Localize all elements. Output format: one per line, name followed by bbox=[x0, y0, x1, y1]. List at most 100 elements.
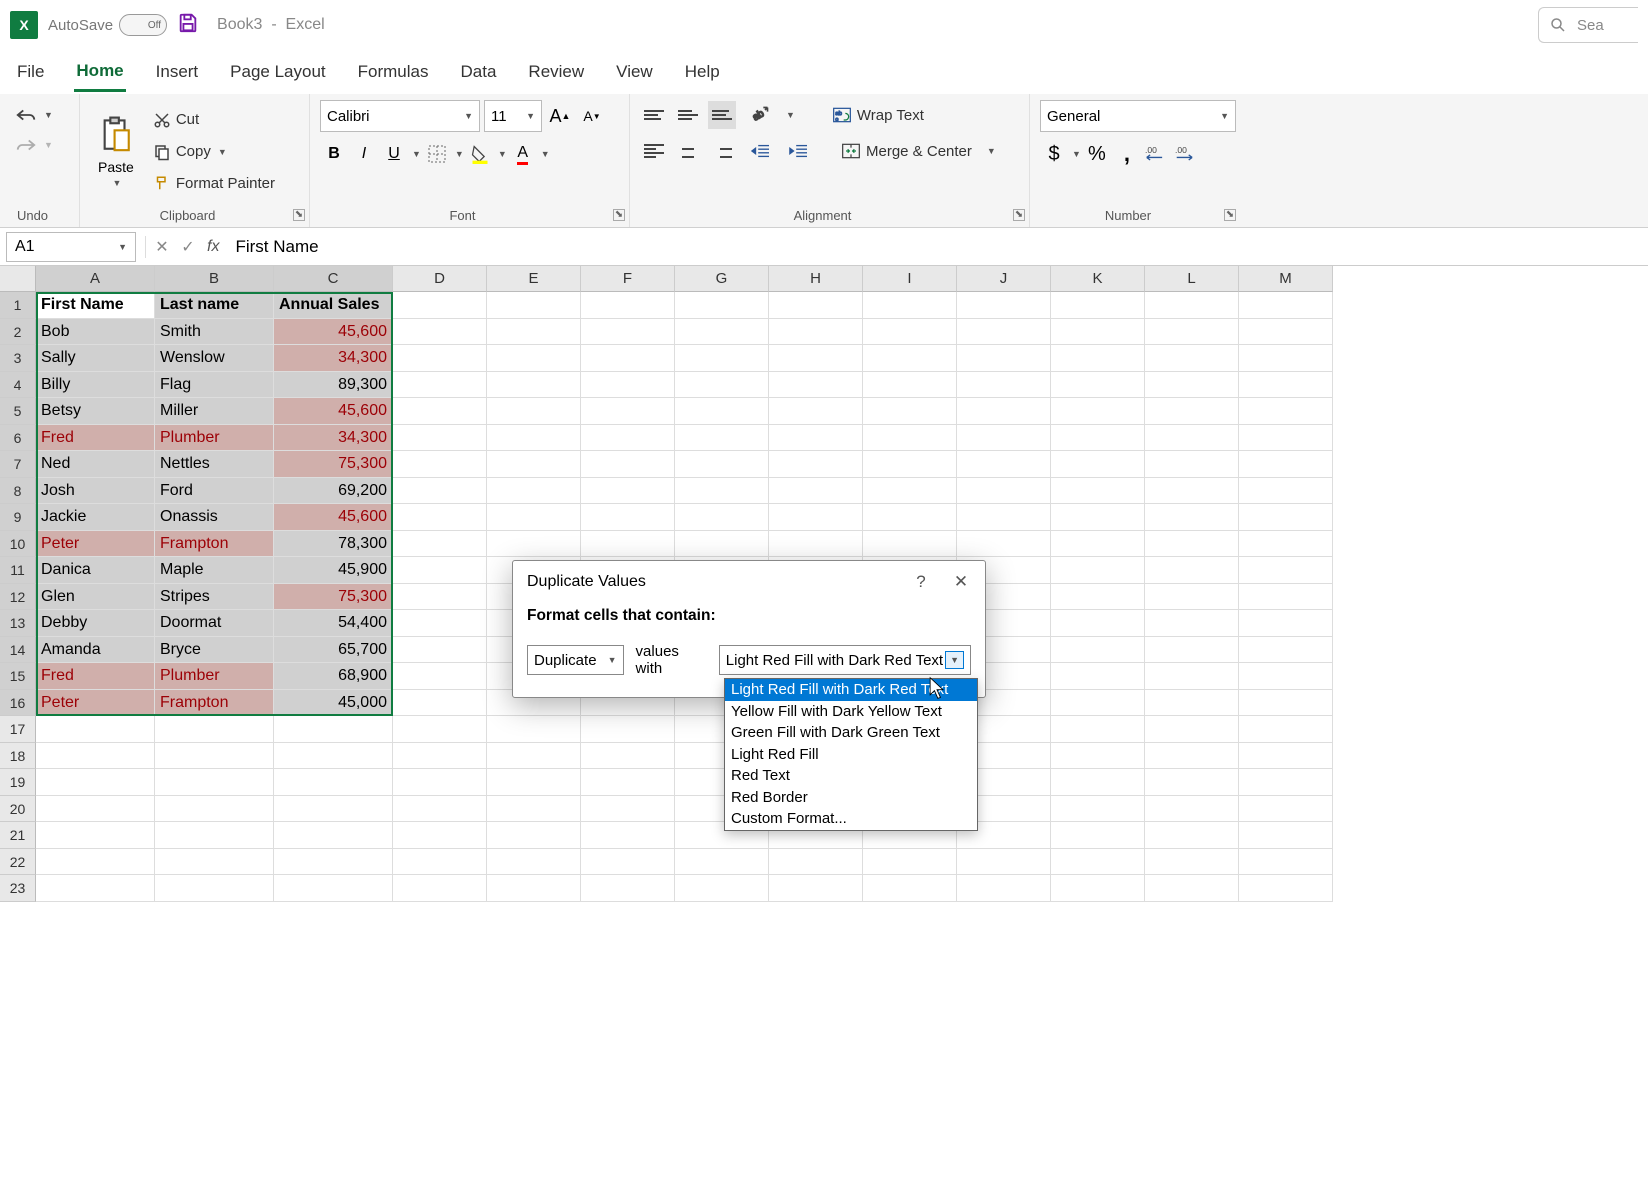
cell[interactable]: Maple bbox=[155, 557, 274, 584]
cell[interactable] bbox=[769, 425, 863, 452]
cell[interactable] bbox=[1145, 372, 1239, 399]
row-header[interactable]: 3 bbox=[0, 345, 36, 372]
fill-color-dropdown[interactable]: ▼ bbox=[498, 149, 507, 159]
cell-header[interactable]: Annual Sales bbox=[274, 292, 393, 319]
cell[interactable] bbox=[393, 531, 487, 558]
name-box[interactable]: A1▼ bbox=[6, 232, 136, 262]
cell[interactable] bbox=[581, 292, 675, 319]
column-header-G[interactable]: G bbox=[675, 266, 769, 292]
alignment-expand-icon[interactable]: ⬊ bbox=[1013, 209, 1025, 221]
cell[interactable] bbox=[1051, 743, 1145, 770]
cell[interactable] bbox=[581, 504, 675, 531]
cell[interactable] bbox=[487, 425, 581, 452]
cell[interactable] bbox=[1239, 743, 1333, 770]
cell[interactable] bbox=[675, 398, 769, 425]
align-right-icon[interactable] bbox=[708, 137, 736, 165]
row-header[interactable]: 8 bbox=[0, 478, 36, 505]
paste-button[interactable]: Paste ▼ bbox=[90, 108, 142, 196]
cell[interactable] bbox=[1051, 292, 1145, 319]
cell[interactable] bbox=[1239, 822, 1333, 849]
cell[interactable] bbox=[1051, 796, 1145, 823]
cell[interactable] bbox=[36, 849, 155, 876]
cell[interactable] bbox=[581, 398, 675, 425]
cell[interactable] bbox=[581, 875, 675, 902]
select-all-corner[interactable] bbox=[0, 266, 36, 292]
cell[interactable] bbox=[155, 849, 274, 876]
cell[interactable]: Plumber bbox=[155, 663, 274, 690]
row-header[interactable]: 2 bbox=[0, 319, 36, 346]
dropdown-option[interactable]: Red Border bbox=[725, 787, 977, 809]
cell[interactable] bbox=[1145, 531, 1239, 558]
tab-help[interactable]: Help bbox=[683, 54, 722, 90]
cell[interactable] bbox=[1239, 875, 1333, 902]
cell[interactable]: 89,300 bbox=[274, 372, 393, 399]
cell[interactable] bbox=[393, 584, 487, 611]
decrease-indent-icon[interactable] bbox=[746, 137, 774, 165]
row-header[interactable]: 5 bbox=[0, 398, 36, 425]
cell[interactable] bbox=[1145, 504, 1239, 531]
cell[interactable] bbox=[393, 372, 487, 399]
number-expand-icon[interactable]: ⬊ bbox=[1224, 209, 1236, 221]
cell[interactable]: Miller bbox=[155, 398, 274, 425]
cell[interactable] bbox=[1239, 372, 1333, 399]
cell[interactable] bbox=[36, 716, 155, 743]
cell[interactable] bbox=[393, 292, 487, 319]
cell[interactable] bbox=[1051, 504, 1145, 531]
cell[interactable] bbox=[1145, 292, 1239, 319]
underline-button[interactable]: U bbox=[380, 140, 408, 168]
cell[interactable]: Nettles bbox=[155, 451, 274, 478]
column-header-H[interactable]: H bbox=[769, 266, 863, 292]
cell[interactable] bbox=[675, 504, 769, 531]
cell[interactable] bbox=[863, 319, 957, 346]
cell[interactable] bbox=[393, 769, 487, 796]
cell[interactable] bbox=[581, 531, 675, 558]
comma-icon[interactable]: , bbox=[1113, 140, 1141, 168]
cell[interactable] bbox=[1051, 425, 1145, 452]
undo-button[interactable]: ▼ bbox=[10, 100, 69, 130]
cell[interactable]: 45,900 bbox=[274, 557, 393, 584]
cell[interactable]: Frampton bbox=[155, 531, 274, 558]
cell[interactable] bbox=[274, 743, 393, 770]
cell[interactable] bbox=[957, 849, 1051, 876]
cell[interactable] bbox=[957, 875, 1051, 902]
cell[interactable] bbox=[769, 319, 863, 346]
cell[interactable] bbox=[393, 478, 487, 505]
cell[interactable]: Doormat bbox=[155, 610, 274, 637]
cell[interactable] bbox=[487, 451, 581, 478]
cell[interactable] bbox=[36, 743, 155, 770]
row-header[interactable]: 14 bbox=[0, 637, 36, 664]
cell[interactable] bbox=[1239, 663, 1333, 690]
cell[interactable] bbox=[769, 451, 863, 478]
cell[interactable] bbox=[581, 319, 675, 346]
cell[interactable] bbox=[1239, 557, 1333, 584]
percent-icon[interactable]: % bbox=[1083, 140, 1111, 168]
cell[interactable] bbox=[155, 796, 274, 823]
cell[interactable] bbox=[863, 345, 957, 372]
row-header[interactable]: 1 bbox=[0, 292, 36, 319]
cell[interactable] bbox=[675, 292, 769, 319]
cell[interactable] bbox=[769, 345, 863, 372]
row-header[interactable]: 12 bbox=[0, 584, 36, 611]
cell[interactable] bbox=[1239, 531, 1333, 558]
cell[interactable] bbox=[1145, 796, 1239, 823]
cell[interactable] bbox=[1239, 610, 1333, 637]
cell[interactable]: Stripes bbox=[155, 584, 274, 611]
cell[interactable]: Ned bbox=[36, 451, 155, 478]
font-color-dropdown[interactable]: ▼ bbox=[541, 149, 550, 159]
cell[interactable]: Peter bbox=[36, 531, 155, 558]
cell[interactable] bbox=[155, 769, 274, 796]
dropdown-option[interactable]: Yellow Fill with Dark Yellow Text bbox=[725, 701, 977, 723]
cell[interactable] bbox=[957, 398, 1051, 425]
cell[interactable] bbox=[1051, 663, 1145, 690]
save-icon[interactable] bbox=[177, 12, 199, 39]
cell[interactable] bbox=[1051, 345, 1145, 372]
cell[interactable]: 75,300 bbox=[274, 584, 393, 611]
currency-icon[interactable]: $ bbox=[1040, 140, 1068, 168]
cell[interactable] bbox=[1239, 796, 1333, 823]
cell[interactable]: Wenslow bbox=[155, 345, 274, 372]
cell[interactable] bbox=[393, 743, 487, 770]
row-header[interactable]: 17 bbox=[0, 716, 36, 743]
row-header[interactable]: 18 bbox=[0, 743, 36, 770]
cell[interactable] bbox=[1051, 451, 1145, 478]
cell[interactable] bbox=[1051, 637, 1145, 664]
